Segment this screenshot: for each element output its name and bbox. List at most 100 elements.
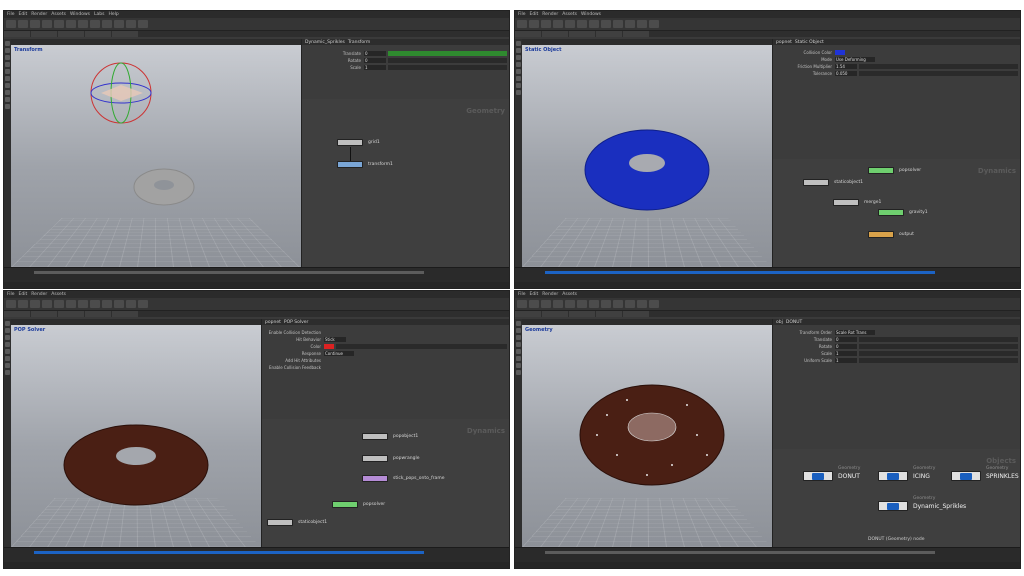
param-slider[interactable]	[388, 50, 507, 56]
menu-windows[interactable]: Windows	[70, 12, 90, 17]
timeline[interactable]	[515, 267, 1020, 282]
network-editor[interactable]: Dynamics popobject1 popwrangle stick_pop…	[262, 419, 509, 547]
param-slider[interactable]	[859, 343, 1018, 349]
timeline[interactable]	[515, 547, 1020, 562]
menu-help[interactable]: Help	[109, 12, 119, 17]
ground-grid	[522, 497, 772, 547]
param-value[interactable]: 0	[835, 343, 857, 349]
donut-shape	[63, 424, 209, 506]
viewport-title: Static Object	[525, 47, 562, 53]
param-slider[interactable]	[859, 63, 1018, 69]
param-slider[interactable]	[388, 57, 507, 63]
network-context-label: Dynamics	[977, 167, 1016, 175]
timeline[interactable]	[4, 267, 509, 282]
left-toolbar[interactable]	[515, 319, 522, 549]
ground-grid	[11, 217, 301, 267]
node-output[interactable]: output	[868, 231, 914, 238]
node-merge[interactable]: merge1	[833, 199, 881, 206]
node-gravity[interactable]: gravity1	[878, 209, 928, 216]
param-value[interactable]: Use Deforming	[835, 56, 875, 62]
node-stick-pops[interactable]: stick_pops_onto_frame	[362, 475, 444, 482]
network-editor[interactable]: Objects Geometry DONUT Geometry ICING Ge…	[773, 449, 1020, 547]
path-bar[interactable]: popnet	[265, 320, 281, 325]
menu-labs[interactable]: Labs	[94, 12, 104, 17]
path-bar[interactable]: Dynamic_Sprikles	[305, 40, 345, 45]
timeline-bar[interactable]	[34, 551, 424, 554]
param-slider[interactable]	[859, 357, 1018, 363]
network-context-label: Geometry	[466, 107, 505, 115]
param-value[interactable]: Scale Rot Trans	[835, 329, 875, 335]
timeline-bar[interactable]	[545, 271, 935, 274]
param-value[interactable]: 1	[835, 350, 857, 356]
left-toolbar[interactable]	[4, 39, 11, 269]
menu-assets[interactable]: Assets	[562, 12, 577, 17]
left-toolbar[interactable]	[515, 39, 522, 269]
node-staticobject[interactable]: staticobject1	[803, 179, 863, 186]
shelf-tabs[interactable]	[4, 311, 509, 317]
left-toolbar[interactable]	[4, 319, 11, 549]
param-value[interactable]: 1.54	[835, 63, 857, 69]
object-node-dynamic-sprikles[interactable]: Geometry Dynamic_Sprikles	[878, 496, 966, 511]
viewport[interactable]: Static Object	[522, 45, 772, 267]
transform-handle-icon[interactable]	[81, 53, 161, 133]
shelf-tabs[interactable]	[515, 31, 1020, 37]
viewport[interactable]: POP Solver	[11, 325, 261, 547]
shelf-tabs[interactable]	[515, 311, 1020, 317]
param-value[interactable]: 0	[364, 50, 386, 56]
menu-render[interactable]: Render	[542, 292, 558, 297]
path-bar[interactable]: popnet	[776, 40, 792, 45]
menu-render[interactable]: Render	[542, 12, 558, 17]
menu-render[interactable]: Render	[31, 12, 47, 17]
timeline-bar[interactable]	[545, 551, 935, 554]
param-value[interactable]: 1	[835, 357, 857, 363]
menu-file[interactable]: File	[518, 12, 526, 17]
menu-edit[interactable]: Edit	[530, 292, 539, 297]
node-popwrangle[interactable]: popwrangle	[362, 455, 419, 462]
param-slider[interactable]	[388, 64, 507, 70]
menu-edit[interactable]: Edit	[19, 292, 28, 297]
timeline[interactable]	[4, 547, 509, 562]
menu-assets[interactable]: Assets	[51, 292, 66, 297]
object-node-icing[interactable]: Geometry ICING	[878, 466, 935, 481]
menu-windows[interactable]: Windows	[581, 12, 601, 17]
param-slider[interactable]	[336, 343, 507, 349]
shelf-tabs[interactable]	[4, 31, 509, 37]
object-node-donut[interactable]: Geometry DONUT	[803, 466, 860, 481]
param-value[interactable]: 0.050	[835, 70, 857, 76]
node-label: transform1	[368, 162, 393, 167]
color-swatch[interactable]	[324, 343, 334, 349]
param-value[interactable]: 0	[835, 336, 857, 342]
param-slider[interactable]	[859, 336, 1018, 342]
node-popobject[interactable]: popobject1	[362, 433, 418, 440]
network-editor[interactable]: Geometry grid1 transform1	[302, 99, 509, 267]
menu-assets[interactable]: Assets	[562, 292, 577, 297]
menu-file[interactable]: File	[7, 292, 15, 297]
param-value[interactable]: Continue	[324, 350, 354, 356]
menu-file[interactable]: File	[7, 12, 15, 17]
node-grid[interactable]: grid1	[337, 139, 380, 146]
menu-edit[interactable]: Edit	[530, 12, 539, 17]
params-title: Transform	[347, 39, 371, 45]
node-transform[interactable]: transform1	[337, 161, 393, 168]
collision-color-swatch[interactable]	[835, 49, 845, 55]
param-value[interactable]: 0	[364, 57, 386, 63]
node-popsolver[interactable]: popsolver	[868, 167, 921, 174]
viewport[interactable]: Geometry	[522, 325, 772, 547]
path-bar[interactable]: obj	[776, 320, 783, 325]
param-slider[interactable]	[859, 350, 1018, 356]
menubar: File Edit Render Assets	[515, 291, 1020, 298]
param-value[interactable]: Stick	[324, 336, 346, 342]
viewport[interactable]: Transform	[11, 45, 301, 267]
menu-file[interactable]: File	[518, 292, 526, 297]
menu-assets[interactable]: Assets	[51, 12, 66, 17]
object-node-sprinkles[interactable]: Geometry SPRINKLES	[951, 466, 1019, 481]
viewport-title: Transform	[14, 47, 43, 53]
param-value[interactable]: 1	[364, 64, 386, 70]
timeline-bar[interactable]	[34, 271, 424, 274]
menu-edit[interactable]: Edit	[19, 12, 28, 17]
node-staticobject[interactable]: staticobject1	[267, 519, 327, 526]
network-editor[interactable]: Dynamics staticobject1 popsolver merge1 …	[773, 159, 1020, 267]
node-popsolver[interactable]: popsolver	[332, 501, 385, 508]
param-slider[interactable]	[859, 70, 1018, 76]
menu-render[interactable]: Render	[31, 292, 47, 297]
